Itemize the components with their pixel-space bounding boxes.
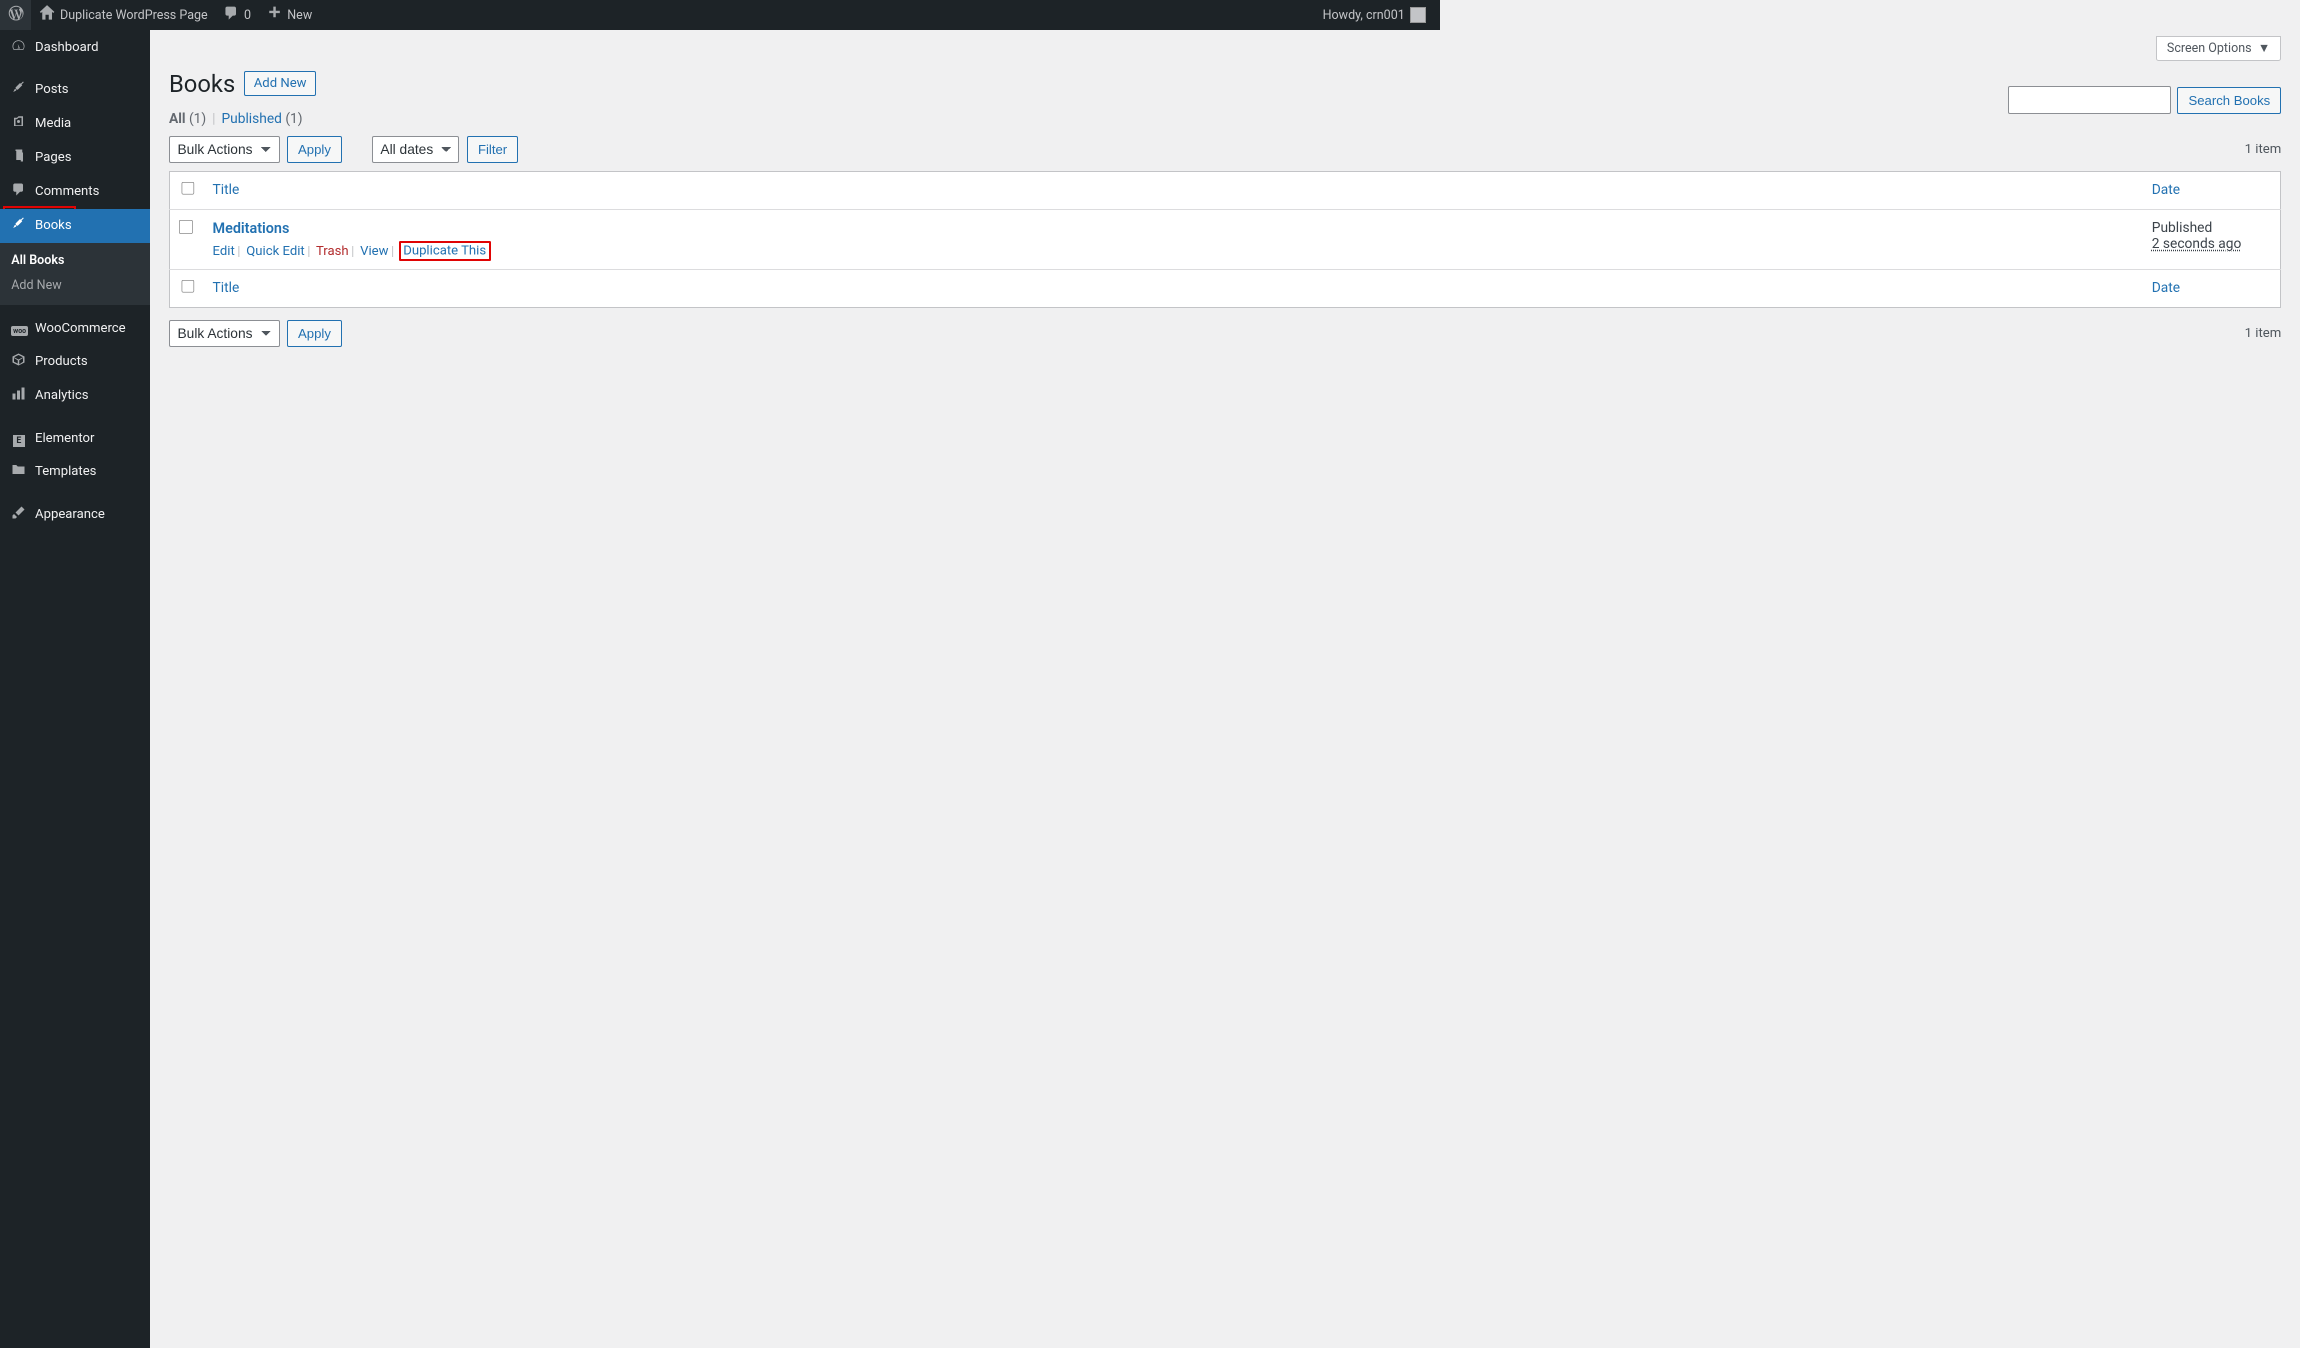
menu-analytics[interactable]: Analytics <box>0 379 150 413</box>
duplicate-link[interactable]: Duplicate This <box>403 244 486 259</box>
admin-sidebar: Dashboard Posts Media Pages Comments Boo… <box>0 30 150 1348</box>
screen-options-label: Screen Options <box>2167 41 2252 56</box>
menu-label: Products <box>35 354 88 369</box>
comments-link[interactable]: 0 <box>215 0 258 30</box>
items-count-top: 1 item <box>2245 142 2282 157</box>
view-link[interactable]: View <box>360 244 388 259</box>
posts-table: Title Date Meditations Edit| Quick Edit|… <box>169 171 2281 309</box>
items-count-bottom: 1 item <box>2245 326 2282 341</box>
bulk-actions-select[interactable]: Bulk Actions <box>169 136 280 163</box>
search-button[interactable]: Search Books <box>2177 87 2281 114</box>
pin-icon <box>11 216 26 235</box>
row-checkbox[interactable] <box>179 220 193 234</box>
comment-icon <box>11 182 26 201</box>
home-icon <box>39 5 55 25</box>
media-icon <box>11 114 26 133</box>
wordpress-icon <box>8 5 24 25</box>
menu-pages[interactable]: Pages <box>0 141 150 175</box>
menu-label: WooCommerce <box>35 321 126 336</box>
row-actions: Edit| Quick Edit| Trash| View| Duplicate… <box>213 244 2135 259</box>
page-icon <box>11 148 26 167</box>
menu-label: Dashboard <box>35 40 98 55</box>
apply-button[interactable]: Apply <box>287 136 342 163</box>
woo-icon: woo <box>11 319 26 337</box>
bulk-actions-select-bottom[interactable]: Bulk Actions <box>169 320 280 347</box>
submenu-books: All Books Add New <box>0 243 150 306</box>
site-name-link[interactable]: Duplicate WordPress Page <box>31 0 215 30</box>
select-all-top[interactable] <box>181 182 195 196</box>
menu-label: Elementor <box>35 431 94 446</box>
col-date-foot[interactable]: Date <box>2143 269 2281 308</box>
menu-label: Appearance <box>35 507 105 522</box>
plus-icon <box>266 5 282 25</box>
menu-products[interactable]: Products <box>0 345 150 379</box>
trash-link[interactable]: Trash <box>316 244 349 259</box>
page-title: Books <box>169 70 235 98</box>
menu-posts[interactable]: Posts <box>0 73 150 107</box>
menu-templates[interactable]: Templates <box>0 455 150 489</box>
bars-icon <box>11 386 26 405</box>
filter-all[interactable]: All <box>169 111 186 127</box>
apply-button-bottom[interactable]: Apply <box>287 320 342 347</box>
col-title-foot[interactable]: Title <box>204 269 2143 308</box>
menu-label: Comments <box>35 184 99 199</box>
submenu-add-new[interactable]: Add New <box>0 273 150 298</box>
select-all-bottom[interactable] <box>181 280 195 294</box>
admin-bar: Duplicate WordPress Page 0 New Howdy, cr… <box>0 0 1440 30</box>
screen-options-toggle[interactable]: Screen Options ▼ <box>2156 36 2281 61</box>
row-title-link[interactable]: Meditations <box>213 220 290 237</box>
search-input[interactable] <box>2008 86 2171 114</box>
avatar <box>1410 7 1426 23</box>
table-row: Meditations Edit| Quick Edit| Trash| Vie… <box>170 210 2281 269</box>
filter-button[interactable]: Filter <box>467 136 518 163</box>
filter-all-count: (1) <box>189 111 206 127</box>
date-filter-select[interactable]: All dates <box>372 136 460 163</box>
box-icon <box>11 352 26 371</box>
edit-link[interactable]: Edit <box>213 244 235 259</box>
site-title: Duplicate WordPress Page <box>60 8 208 23</box>
brush-icon <box>11 505 26 524</box>
menu-media[interactable]: Media <box>0 107 150 141</box>
status-filters: All (1) | Published (1) <box>169 111 2281 127</box>
elementor-icon: E <box>11 429 26 448</box>
new-label: New <box>287 8 312 23</box>
search-box: Search Books <box>2008 86 2281 114</box>
my-account[interactable]: Howdy, crn001 <box>1315 0 1433 30</box>
dashboard-icon <box>11 38 26 57</box>
menu-dashboard[interactable]: Dashboard <box>0 30 150 64</box>
pin-icon <box>11 80 26 99</box>
filter-published[interactable]: Published <box>221 111 281 127</box>
col-title[interactable]: Title <box>204 171 2143 210</box>
row-date: 2 seconds ago <box>2152 236 2272 252</box>
add-new-button[interactable]: Add New <box>244 71 316 96</box>
filter-published-count: (1) <box>285 111 302 127</box>
duplicate-highlight: Duplicate This <box>399 241 491 261</box>
menu-books[interactable]: Books <box>0 209 150 243</box>
menu-comments[interactable]: Comments <box>0 175 150 209</box>
menu-label: Media <box>35 116 71 131</box>
menu-label: Pages <box>35 150 71 165</box>
new-content-link[interactable]: New <box>258 0 319 30</box>
quick-edit-link[interactable]: Quick Edit <box>246 244 304 259</box>
menu-woocommerce[interactable]: woo WooCommerce <box>0 312 150 345</box>
menu-label: Books <box>35 218 72 233</box>
col-date[interactable]: Date <box>2143 171 2281 210</box>
menu-label: Analytics <box>35 388 88 403</box>
row-status: Published <box>2152 220 2272 236</box>
comment-icon <box>223 5 239 25</box>
howdy-text: Howdy, crn001 <box>1323 8 1405 23</box>
comments-count: 0 <box>244 8 251 23</box>
folder-icon <box>11 462 26 481</box>
wp-logo[interactable] <box>0 0 31 30</box>
menu-elementor[interactable]: E Elementor <box>0 421 150 455</box>
main-content: Screen Options ▼ Books Add New Search Bo… <box>150 30 2300 1348</box>
menu-label: Posts <box>35 82 69 97</box>
submenu-all-books[interactable]: All Books <box>0 248 150 273</box>
menu-appearance[interactable]: Appearance <box>0 498 150 532</box>
caret-down-icon: ▼ <box>2258 41 2270 56</box>
menu-label: Templates <box>35 464 96 479</box>
